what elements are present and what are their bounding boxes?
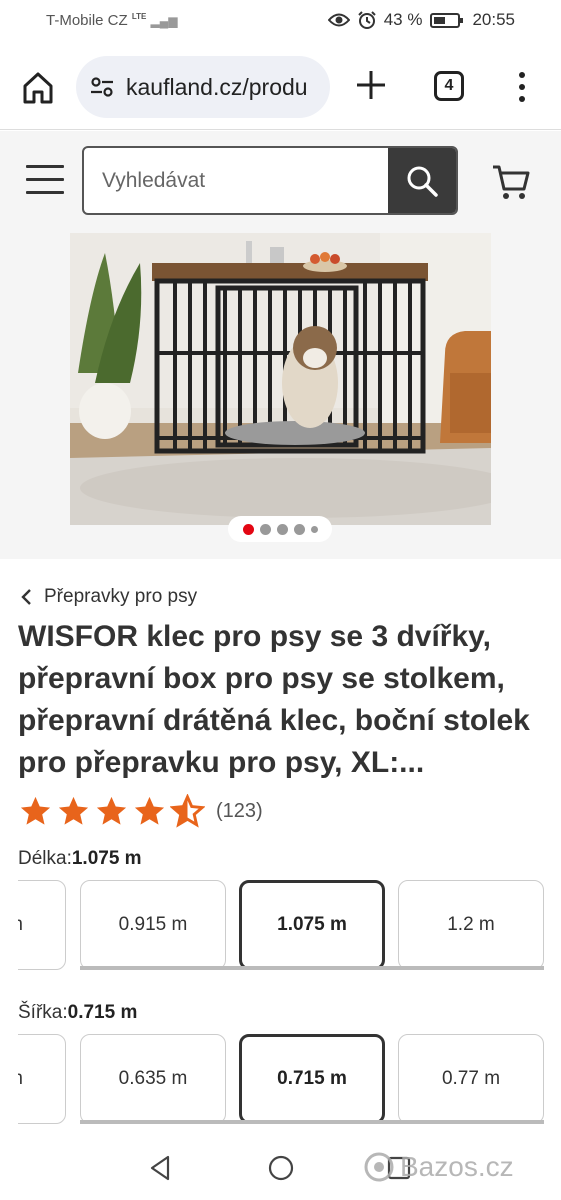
width-option[interactable]: 0.77 m [398, 1034, 544, 1124]
signal-icon: ▂▄▆ [150, 14, 178, 28]
watermark: Bazos.cz [362, 1150, 514, 1184]
width-option[interactable]: m [18, 1034, 66, 1124]
address-bar[interactable]: kaufland.cz/produ [76, 56, 330, 118]
watermark-text: Bazos.cz [400, 1151, 514, 1182]
width-selected-value: 0.715 m [67, 1002, 138, 1023]
alarm-icon [357, 11, 376, 29]
home-circle-icon[interactable] [266, 1153, 296, 1183]
width-options-scrollbar[interactable] [80, 1120, 544, 1124]
hamburger-menu-icon[interactable] [26, 165, 64, 195]
home-icon[interactable] [18, 68, 58, 108]
star-icon [134, 796, 165, 825]
network-type: LTE [131, 12, 147, 21]
length-option[interactable]: m [18, 880, 66, 970]
gallery-dot[interactable] [276, 523, 288, 535]
star-icon [20, 796, 51, 825]
gallery-pagination[interactable] [228, 516, 332, 542]
battery-percent: 43 % [383, 10, 423, 29]
product-image[interactable] [70, 233, 491, 525]
length-label-text: Délka: [18, 848, 72, 869]
carrier-name: T-Mobile CZ [46, 12, 128, 29]
width-label-text: Šířka: [18, 1002, 68, 1023]
breadcrumb-category[interactable]: Přepravky pro psy [44, 586, 197, 608]
gallery-dot[interactable] [242, 523, 254, 535]
star-half-icon [170, 794, 205, 828]
search-button[interactable] [388, 148, 456, 213]
search-icon [407, 166, 438, 197]
width-option-selected[interactable]: 0.715 m [239, 1034, 385, 1124]
battery-icon [430, 12, 464, 28]
length-option[interactable]: 1.2 m [398, 880, 544, 970]
back-icon[interactable] [146, 1153, 176, 1183]
url-text: kaufland.cz/produ [126, 73, 308, 100]
gallery-dot[interactable] [259, 523, 271, 535]
width-label: Šířka:0.715 m [18, 1002, 137, 1024]
product-gallery[interactable] [0, 233, 561, 559]
product-rating[interactable]: (123) [18, 794, 263, 829]
gallery-dot[interactable] [293, 523, 305, 535]
cart-icon[interactable] [490, 161, 532, 203]
width-option[interactable]: 0.635 m [80, 1034, 226, 1124]
length-label: Délka:1.075 m [18, 848, 142, 870]
length-options[interactable]: m 0.915 m 1.075 m 1.2 m [18, 880, 544, 972]
rating-count[interactable]: (123) [216, 800, 263, 823]
chevron-left-icon [21, 589, 31, 605]
star-icon [96, 796, 127, 825]
carrier-label: T-Mobile CZ LTE ▂▄▆ [46, 12, 178, 29]
breadcrumb[interactable]: Přepravky pro psy [20, 586, 197, 608]
length-selected-value: 1.075 m [71, 848, 142, 869]
site-header [0, 131, 561, 233]
search-input[interactable] [84, 148, 390, 213]
clock: 20:55 [472, 10, 515, 29]
watermark-logo-icon [364, 1152, 394, 1182]
status-bar: T-Mobile CZ LTE ▂▄▆ 43 % 20:55 [0, 0, 561, 44]
browser-toolbar: kaufland.cz/produ 4 [0, 44, 561, 130]
length-options-scrollbar[interactable] [80, 966, 544, 970]
length-option-selected[interactable]: 1.075 m [239, 880, 385, 970]
search-box [82, 146, 458, 215]
product-title: WISFOR klec pro psy se 3 dvířky, přeprav… [18, 620, 530, 779]
width-options[interactable]: m 0.635 m 0.715 m 0.77 m [18, 1034, 544, 1126]
site-settings-icon[interactable] [88, 73, 116, 101]
gallery-dot[interactable] [310, 525, 318, 533]
length-option[interactable]: 0.915 m [80, 880, 226, 970]
more-menu-icon[interactable] [512, 70, 532, 104]
star-icon [58, 796, 89, 825]
tab-switcher-button[interactable]: 4 [434, 71, 464, 101]
eye-icon [327, 13, 350, 27]
new-tab-icon[interactable] [352, 66, 390, 104]
